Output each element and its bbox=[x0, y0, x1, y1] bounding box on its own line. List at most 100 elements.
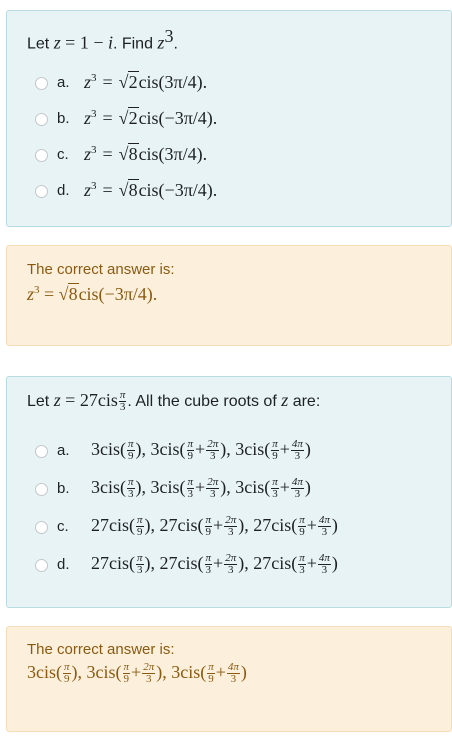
plus-sign: + bbox=[195, 439, 206, 459]
fraction: π9 bbox=[204, 515, 213, 539]
option-b[interactable]: b. 3cis(π 3), 3cis(π 3 +2π 3), 3cis(π 3 +4π 3) bbox=[7, 477, 452, 503]
plus-sign: + bbox=[213, 515, 224, 535]
question-1-card: Let z = 1 − i. Find z3. a. z3 = √2cis(3π/4)… bbox=[6, 10, 452, 227]
close-paren: ), bbox=[144, 553, 160, 573]
radio-button[interactable] bbox=[35, 483, 48, 496]
feedback-1-answer: z3 = √8cis(−3π/4). bbox=[27, 283, 157, 305]
stem-variable: z bbox=[53, 390, 61, 410]
fraction-denominator: 3 bbox=[227, 564, 234, 577]
lhs-variable: z bbox=[84, 108, 92, 128]
stem-variable: z bbox=[53, 32, 61, 53]
radio-button[interactable] bbox=[35, 113, 48, 126]
fraction-denominator: 3 bbox=[187, 488, 194, 501]
close-paren: ) bbox=[331, 515, 338, 535]
close-paren: ), bbox=[135, 439, 151, 459]
root-coefficient: 3cis( bbox=[91, 439, 126, 459]
radio-button[interactable] bbox=[35, 185, 48, 198]
option-d[interactable]: d. z3 = √8cis(−3π/4). bbox=[7, 179, 452, 205]
root-coefficient: 3cis( bbox=[235, 477, 271, 497]
option-answer: 3cis(π 3), 3cis(π 3 +2π 3), 3cis(π 3 +4π 3) bbox=[91, 477, 311, 500]
option-letter: d. bbox=[57, 182, 70, 199]
option-answer: z3 = √2cis(−3π/4). bbox=[84, 107, 217, 129]
stem-fraction: π3 bbox=[118, 390, 127, 413]
fraction-denominator: 9 bbox=[205, 526, 212, 539]
fraction: 2π 3 bbox=[206, 477, 220, 501]
option-answer: 3cis(π 9), 3cis(π 9 +2π 3), 3cis(π 9 +4π 3) bbox=[91, 439, 311, 462]
feedback-2-label: The correct answer is: bbox=[27, 641, 175, 658]
fraction: π3 bbox=[298, 553, 306, 576]
root-coefficient: 3cis( bbox=[86, 662, 122, 682]
plus-sign: + bbox=[131, 662, 142, 682]
close-paren: ) bbox=[304, 439, 311, 459]
option-a[interactable]: a. z3 = √2cis(3π/4). bbox=[7, 71, 452, 97]
root-coefficient: 3cis( bbox=[150, 477, 186, 497]
sqrt-radicand: 2 bbox=[127, 107, 139, 128]
radio-button[interactable] bbox=[35, 149, 48, 162]
fraction: π9 bbox=[136, 515, 144, 538]
root-coefficient: 27cis( bbox=[159, 553, 204, 573]
stem-variable: z bbox=[281, 390, 289, 410]
root-coefficient: 3cis( bbox=[171, 662, 207, 682]
option-b[interactable]: b. z3 = √2cis(−3π/4). bbox=[7, 107, 452, 133]
feedback-1-label: The correct answer is: bbox=[27, 261, 175, 278]
feedback-argument: cis(−3π/4). bbox=[78, 284, 158, 304]
fraction-denominator: 3 bbox=[230, 673, 237, 686]
option-d[interactable]: d. 27cis(π 3), 27cis(π 3 +2π 3), 27cis(π 3 +4π 3… bbox=[7, 553, 452, 579]
fraction: π3 bbox=[186, 477, 195, 501]
option-letter: b. bbox=[57, 110, 70, 127]
plus-sign: + bbox=[213, 553, 224, 573]
option-a[interactable]: a. 3cis(π 9), 3cis(π 9 +2π 3), 3cis(π 9 +4π 3) bbox=[7, 439, 452, 465]
feedback-1: The correct answer is: z3 = √8cis(−3π/4)… bbox=[6, 245, 452, 346]
fraction: 2π 3 bbox=[224, 515, 238, 538]
fraction-denominator: 3 bbox=[299, 564, 305, 577]
stem-equation: = 27cis bbox=[65, 390, 118, 410]
root-coefficient: 3cis( bbox=[235, 439, 271, 459]
sqrt-radicand: 8 bbox=[127, 179, 139, 200]
close-paren: ), bbox=[135, 477, 151, 497]
question-1-text: Let z = 1 − i. Find z3. bbox=[27, 26, 178, 53]
fraction-denominator: 9 bbox=[123, 673, 130, 686]
fraction-denominator: 9 bbox=[128, 450, 134, 463]
lhs-variable: z bbox=[84, 144, 92, 164]
fraction: π9 bbox=[63, 662, 71, 685]
sqrt-radicand: 8 bbox=[67, 283, 79, 304]
radio-button[interactable] bbox=[35, 77, 48, 90]
root-coefficient: 3cis( bbox=[91, 477, 126, 497]
fraction-denominator: 3 bbox=[205, 564, 212, 577]
radio-button[interactable] bbox=[35, 559, 48, 572]
stem-equation: = 1 − bbox=[65, 32, 104, 53]
close-paren: ), bbox=[144, 515, 160, 535]
option-answer: z3 = √8cis(−3π/4). bbox=[84, 179, 217, 201]
root-coefficient: 27cis( bbox=[253, 515, 298, 535]
fraction: π3 bbox=[136, 553, 144, 576]
fraction-denominator: 3 bbox=[272, 488, 278, 501]
fraction: 2π 3 bbox=[224, 553, 238, 577]
fraction-denominator: 3 bbox=[137, 564, 143, 577]
option-c[interactable]: c. 27cis(π 9), 27cis(π 9 +2π 3), 27cis(π 9 +4π 3… bbox=[7, 515, 452, 541]
plus-sign: + bbox=[279, 439, 290, 459]
lhs-variable: z bbox=[84, 72, 92, 92]
root-coefficient: 27cis( bbox=[91, 515, 135, 535]
radio-button[interactable] bbox=[35, 521, 48, 534]
plus-sign: + bbox=[195, 477, 206, 497]
fraction: π3 bbox=[271, 477, 279, 500]
fraction: π9 bbox=[122, 662, 131, 686]
fraction-denominator: 9 bbox=[64, 673, 70, 686]
radio-button[interactable] bbox=[35, 445, 48, 458]
fraction: 4π 3 bbox=[290, 477, 304, 500]
stem-rest: . All the cube roots of bbox=[127, 393, 277, 410]
option-letter: d. bbox=[57, 556, 70, 573]
fraction: π9 bbox=[207, 662, 215, 685]
question-2-card: Let z = 27cis π 3. All the cube roots of z… bbox=[6, 376, 452, 608]
equals-sign: = bbox=[44, 284, 55, 304]
feedback-2-answer: 3cis(π 9), 3cis(π 9 +2π 3), 3cis(π 9 +4π 3) bbox=[27, 662, 247, 685]
fraction-denominator: 3 bbox=[209, 488, 216, 501]
fraction-denominator: 3 bbox=[321, 526, 328, 539]
lhs-power: 3 bbox=[34, 284, 40, 296]
option-c[interactable]: c. z3 = √8cis(3π/4). bbox=[7, 143, 452, 169]
fraction: 2π 3 bbox=[142, 662, 156, 685]
fraction: π9 bbox=[127, 439, 135, 462]
fraction: 2π 3 bbox=[206, 439, 220, 462]
option-answer: z3 = √8cis(3π/4). bbox=[84, 143, 207, 165]
option-answer: 27cis(π 3), 27cis(π 3 +2π 3), 27cis(π 3 +4π 3) bbox=[91, 553, 338, 576]
